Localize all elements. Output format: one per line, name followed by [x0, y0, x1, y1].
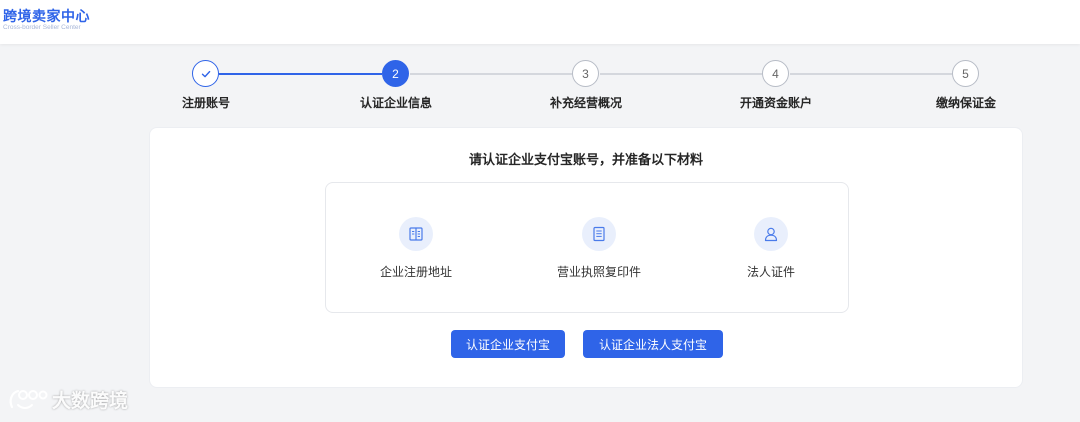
step-3-circle: 3: [572, 60, 599, 87]
step-4-circle: 4: [762, 60, 789, 87]
step-connector-2: [410, 73, 572, 75]
watermark-logo-icon: [9, 389, 48, 409]
app-title[interactable]: 跨境卖家中心: [3, 6, 90, 26]
progress-steps: 2 3 4 5 注册账号 认证企业信息 补充经营概况 开通资金账户 缴纳保证金: [0, 58, 1080, 118]
material-label: 营业执照复印件: [556, 265, 641, 279]
step-connector-1: [219, 73, 382, 75]
step-3-label: 补充经营概况: [549, 96, 622, 110]
material-item-address: 企业注册地址: [341, 217, 491, 280]
step-1-check-icon: [192, 60, 219, 87]
app-subtitle: Cross-border Seller Center: [3, 24, 81, 31]
step-1-label: 注册账号: [181, 96, 230, 110]
materials-panel: 企业注册地址 营业执照复印件 法人证件: [325, 182, 849, 313]
step-2-circle: 2: [382, 60, 409, 87]
top-bar: 跨境卖家中心 Cross-border Seller Center: [0, 0, 1080, 44]
verification-card: 请认证企业支付宝账号，并准备以下材料 企业注册地址 营业执照复印件 法人证件 认…: [149, 127, 1023, 388]
step-connector-4: [790, 73, 952, 75]
building-icon: [399, 217, 433, 251]
step-5-label: 缴纳保证金: [935, 96, 996, 110]
material-label: 企业注册地址: [379, 265, 452, 279]
step-4-label: 开通资金账户: [739, 96, 812, 110]
verify-company-alipay-button[interactable]: 认证企业支付宝: [451, 330, 565, 358]
card-title: 请认证企业支付宝账号，并准备以下材料: [468, 153, 703, 168]
step-connector-3: [600, 73, 762, 75]
document-icon: [582, 217, 616, 251]
material-item-license: 营业执照复印件: [524, 217, 674, 280]
material-label: 法人证件: [746, 265, 795, 279]
user-icon: [754, 217, 788, 251]
material-item-legal-id: 法人证件: [696, 217, 846, 280]
step-5-circle: 5: [952, 60, 979, 87]
step-2-label: 认证企业信息: [359, 96, 432, 110]
watermark: 大数跨境: [8, 386, 128, 413]
watermark-text: 大数跨境: [52, 390, 129, 412]
verify-legal-person-alipay-button[interactable]: 认证企业法人支付宝: [583, 330, 723, 358]
